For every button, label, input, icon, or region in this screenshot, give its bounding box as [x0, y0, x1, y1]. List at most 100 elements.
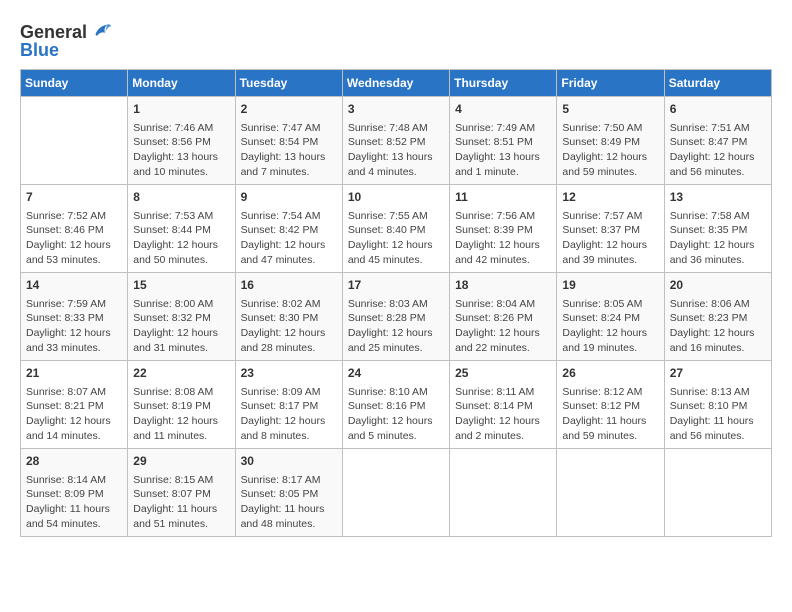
calendar-cell: 27 Sunrise: 8:13 AM Sunset: 8:10 PM Dayli…	[664, 361, 771, 449]
col-header-friday: Friday	[557, 70, 664, 97]
calendar-cell: 11 Sunrise: 7:56 AM Sunset: 8:39 PM Dayli…	[450, 185, 557, 273]
calendar-cell: 15 Sunrise: 8:00 AM Sunset: 8:32 PM Dayli…	[128, 273, 235, 361]
day-number: 26	[562, 365, 658, 382]
calendar-cell: 4 Sunrise: 7:49 AM Sunset: 8:51 PM Daylig…	[450, 97, 557, 185]
day-info: Sunrise: 8:07 AM Sunset: 8:21 PM Dayligh…	[26, 385, 122, 444]
calendar-cell: 7 Sunrise: 7:52 AM Sunset: 8:46 PM Daylig…	[21, 185, 128, 273]
day-info: Sunrise: 7:55 AM Sunset: 8:40 PM Dayligh…	[348, 209, 444, 268]
day-info: Sunrise: 8:00 AM Sunset: 8:32 PM Dayligh…	[133, 297, 229, 356]
day-info: Sunrise: 7:49 AM Sunset: 8:51 PM Dayligh…	[455, 121, 551, 180]
day-number: 21	[26, 365, 122, 382]
calendar-cell: 1 Sunrise: 7:46 AM Sunset: 8:56 PM Daylig…	[128, 97, 235, 185]
calendar-cell	[342, 449, 449, 537]
calendar-week-2: 14 Sunrise: 7:59 AM Sunset: 8:33 PM Dayli…	[21, 273, 772, 361]
day-info: Sunrise: 7:57 AM Sunset: 8:37 PM Dayligh…	[562, 209, 658, 268]
calendar-table: SundayMondayTuesdayWednesdayThursdayFrid…	[20, 69, 772, 537]
day-number: 10	[348, 189, 444, 206]
day-info: Sunrise: 8:02 AM Sunset: 8:30 PM Dayligh…	[241, 297, 337, 356]
day-number: 30	[241, 453, 337, 470]
calendar-cell: 16 Sunrise: 8:02 AM Sunset: 8:30 PM Dayli…	[235, 273, 342, 361]
day-number: 28	[26, 453, 122, 470]
day-number: 1	[133, 101, 229, 118]
header-row: SundayMondayTuesdayWednesdayThursdayFrid…	[21, 70, 772, 97]
calendar-cell: 29 Sunrise: 8:15 AM Sunset: 8:07 PM Dayli…	[128, 449, 235, 537]
day-info: Sunrise: 7:50 AM Sunset: 8:49 PM Dayligh…	[562, 121, 658, 180]
day-number: 13	[670, 189, 766, 206]
day-info: Sunrise: 7:46 AM Sunset: 8:56 PM Dayligh…	[133, 121, 229, 180]
calendar-cell: 23 Sunrise: 8:09 AM Sunset: 8:17 PM Dayli…	[235, 361, 342, 449]
day-info: Sunrise: 7:56 AM Sunset: 8:39 PM Dayligh…	[455, 209, 551, 268]
page-container: General Blue SundayMondayTuesdayWednesda…	[20, 20, 772, 537]
col-header-tuesday: Tuesday	[235, 70, 342, 97]
calendar-cell	[664, 449, 771, 537]
day-info: Sunrise: 7:53 AM Sunset: 8:44 PM Dayligh…	[133, 209, 229, 268]
calendar-cell: 2 Sunrise: 7:47 AM Sunset: 8:54 PM Daylig…	[235, 97, 342, 185]
day-info: Sunrise: 8:10 AM Sunset: 8:16 PM Dayligh…	[348, 385, 444, 444]
day-number: 9	[241, 189, 337, 206]
day-number: 14	[26, 277, 122, 294]
day-number: 17	[348, 277, 444, 294]
calendar-cell: 10 Sunrise: 7:55 AM Sunset: 8:40 PM Dayli…	[342, 185, 449, 273]
day-number: 23	[241, 365, 337, 382]
calendar-cell: 26 Sunrise: 8:12 AM Sunset: 8:12 PM Dayli…	[557, 361, 664, 449]
calendar-week-4: 28 Sunrise: 8:14 AM Sunset: 8:09 PM Dayli…	[21, 449, 772, 537]
calendar-cell: 5Sunrise: 7:50 AM Sunset: 8:49 PM Daylig…	[557, 97, 664, 185]
day-number: 11	[455, 189, 551, 206]
logo-bird-icon	[89, 20, 113, 44]
day-number: 15	[133, 277, 229, 294]
col-header-saturday: Saturday	[664, 70, 771, 97]
calendar-cell: 13 Sunrise: 7:58 AM Sunset: 8:35 PM Dayli…	[664, 185, 771, 273]
calendar-cell: 12 Sunrise: 7:57 AM Sunset: 8:37 PM Dayli…	[557, 185, 664, 273]
day-number: 12	[562, 189, 658, 206]
day-info: Sunrise: 8:13 AM Sunset: 8:10 PM Dayligh…	[670, 385, 766, 444]
day-info: Sunrise: 8:06 AM Sunset: 8:23 PM Dayligh…	[670, 297, 766, 356]
day-info: Sunrise: 8:08 AM Sunset: 8:19 PM Dayligh…	[133, 385, 229, 444]
day-info: Sunrise: 7:51 AM Sunset: 8:47 PM Dayligh…	[670, 121, 766, 180]
calendar-cell: 8 Sunrise: 7:53 AM Sunset: 8:44 PM Daylig…	[128, 185, 235, 273]
calendar-cell: 28 Sunrise: 8:14 AM Sunset: 8:09 PM Dayli…	[21, 449, 128, 537]
calendar-cell: 21 Sunrise: 8:07 AM Sunset: 8:21 PM Dayli…	[21, 361, 128, 449]
calendar-cell: 9 Sunrise: 7:54 AM Sunset: 8:42 PM Daylig…	[235, 185, 342, 273]
day-number: 18	[455, 277, 551, 294]
day-number: 6	[670, 101, 766, 118]
day-number: 29	[133, 453, 229, 470]
day-info: Sunrise: 7:48 AM Sunset: 8:52 PM Dayligh…	[348, 121, 444, 180]
day-info: Sunrise: 7:59 AM Sunset: 8:33 PM Dayligh…	[26, 297, 122, 356]
calendar-week-1: 7 Sunrise: 7:52 AM Sunset: 8:46 PM Daylig…	[21, 185, 772, 273]
day-info: Sunrise: 8:09 AM Sunset: 8:17 PM Dayligh…	[241, 385, 337, 444]
col-header-monday: Monday	[128, 70, 235, 97]
day-number: 19	[562, 277, 658, 294]
day-info: Sunrise: 7:47 AM Sunset: 8:54 PM Dayligh…	[241, 121, 337, 180]
calendar-cell: 6 Sunrise: 7:51 AM Sunset: 8:47 PM Daylig…	[664, 97, 771, 185]
calendar-cell: 3 Sunrise: 7:48 AM Sunset: 8:52 PM Daylig…	[342, 97, 449, 185]
day-number: 16	[241, 277, 337, 294]
calendar-cell: 22 Sunrise: 8:08 AM Sunset: 8:19 PM Dayli…	[128, 361, 235, 449]
day-number: 25	[455, 365, 551, 382]
calendar-cell	[21, 97, 128, 185]
header: General Blue	[20, 20, 772, 61]
calendar-cell: 18 Sunrise: 8:04 AM Sunset: 8:26 PM Dayli…	[450, 273, 557, 361]
day-info: Sunrise: 8:12 AM Sunset: 8:12 PM Dayligh…	[562, 385, 658, 444]
col-header-thursday: Thursday	[450, 70, 557, 97]
day-number: 27	[670, 365, 766, 382]
day-info: Sunrise: 7:58 AM Sunset: 8:35 PM Dayligh…	[670, 209, 766, 268]
day-info: Sunrise: 7:52 AM Sunset: 8:46 PM Dayligh…	[26, 209, 122, 268]
day-info: Sunrise: 7:54 AM Sunset: 8:42 PM Dayligh…	[241, 209, 337, 268]
day-number: 8	[133, 189, 229, 206]
day-number: 22	[133, 365, 229, 382]
day-info: Sunrise: 8:15 AM Sunset: 8:07 PM Dayligh…	[133, 473, 229, 532]
day-info: Sunrise: 8:14 AM Sunset: 8:09 PM Dayligh…	[26, 473, 122, 532]
calendar-week-0: 1 Sunrise: 7:46 AM Sunset: 8:56 PM Daylig…	[21, 97, 772, 185]
day-number: 3	[348, 101, 444, 118]
col-header-wednesday: Wednesday	[342, 70, 449, 97]
day-number: 7	[26, 189, 122, 206]
calendar-cell: 14 Sunrise: 7:59 AM Sunset: 8:33 PM Dayli…	[21, 273, 128, 361]
day-info: Sunrise: 8:04 AM Sunset: 8:26 PM Dayligh…	[455, 297, 551, 356]
calendar-cell: 25Sunrise: 8:11 AM Sunset: 8:14 PM Dayli…	[450, 361, 557, 449]
day-number: 2	[241, 101, 337, 118]
calendar-cell: 19Sunrise: 8:05 AM Sunset: 8:24 PM Dayli…	[557, 273, 664, 361]
day-number: 4	[455, 101, 551, 118]
logo-text: General Blue	[20, 20, 113, 61]
logo: General Blue	[20, 20, 113, 61]
calendar-cell: 24Sunrise: 8:10 AM Sunset: 8:16 PM Dayli…	[342, 361, 449, 449]
